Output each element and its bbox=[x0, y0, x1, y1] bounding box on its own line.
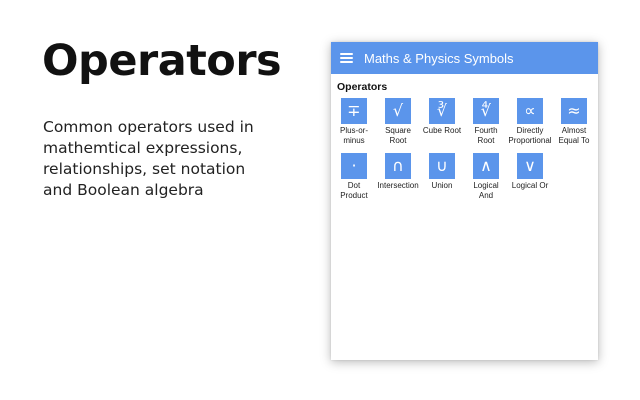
app-window: Maths & Physics Symbols Operators ∓ Plus… bbox=[331, 42, 598, 360]
promo-description: Common operators used in mathemtical exp… bbox=[43, 118, 254, 199]
section-title: Operators bbox=[337, 81, 388, 93]
symbol-tile-logical-or[interactable]: ∨ Logical Or bbox=[508, 153, 552, 201]
symbol-grid: ∓ Plus-or- minus √ Square Root ∛ Cube Ro… bbox=[332, 98, 596, 201]
symbol-label: Intersection bbox=[377, 181, 419, 190]
symbol-tile-union[interactable]: ∪ Union bbox=[420, 153, 464, 201]
union-icon: ∪ bbox=[429, 153, 455, 179]
symbol-label: Square Root bbox=[385, 126, 411, 145]
square-root-icon: √ bbox=[385, 98, 411, 124]
symbol-tile-fourth-root[interactable]: ∜ Fourth Root bbox=[464, 98, 508, 146]
logical-or-icon: ∨ bbox=[517, 153, 543, 179]
symbol-tile-directly-proportional[interactable]: ∝ Directly Proportional bbox=[508, 98, 552, 146]
symbol-label: Union bbox=[431, 181, 453, 190]
symbol-label: Cube Root bbox=[422, 126, 462, 135]
intersection-icon: ∩ bbox=[385, 153, 411, 179]
symbol-tile-logical-and[interactable]: ∧ Logical And bbox=[464, 153, 508, 201]
proportional-icon: ∝ bbox=[517, 98, 543, 124]
symbol-label: Dot Product bbox=[340, 181, 368, 200]
symbol-tile-intersection[interactable]: ∩ Intersection bbox=[376, 153, 420, 201]
symbol-tile-dot-product[interactable]: · Dot Product bbox=[332, 153, 376, 201]
app-title: Maths & Physics Symbols bbox=[364, 50, 514, 66]
symbol-label: Logical And bbox=[473, 181, 499, 200]
almost-equal-icon: ≈ bbox=[561, 98, 587, 124]
symbol-label: Fourth Root bbox=[474, 126, 498, 145]
symbol-label: Logical Or bbox=[511, 181, 549, 190]
symbol-tile-almost-equal-to[interactable]: ≈ Almost Equal To bbox=[552, 98, 596, 146]
symbol-tile-cube-root[interactable]: ∛ Cube Root bbox=[420, 98, 464, 146]
promo-title: Operators bbox=[42, 36, 282, 86]
hamburger-menu-icon[interactable] bbox=[340, 53, 353, 63]
app-bar: Maths & Physics Symbols bbox=[331, 42, 598, 74]
fourth-root-icon: ∜ bbox=[473, 98, 499, 124]
symbol-label: Almost Equal To bbox=[558, 126, 590, 145]
logical-and-icon: ∧ bbox=[473, 153, 499, 179]
plus-or-minus-icon: ∓ bbox=[341, 98, 367, 124]
cube-root-icon: ∛ bbox=[429, 98, 455, 124]
symbol-tile-plus-or-minus[interactable]: ∓ Plus-or- minus bbox=[332, 98, 376, 146]
dot-product-icon: · bbox=[341, 153, 367, 179]
symbol-label: Plus-or- minus bbox=[339, 126, 368, 145]
symbol-label: Directly Proportional bbox=[508, 126, 552, 145]
symbol-tile-square-root[interactable]: √ Square Root bbox=[376, 98, 420, 146]
